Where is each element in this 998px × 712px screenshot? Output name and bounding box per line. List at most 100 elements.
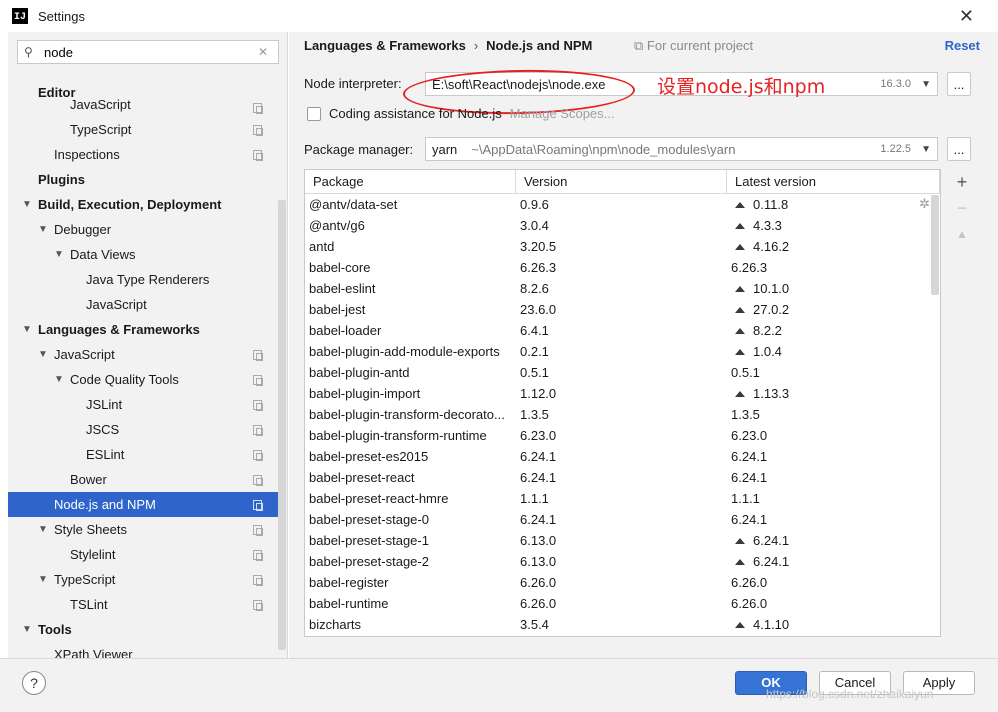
tree-item[interactable]: Inspections	[8, 142, 278, 167]
tree-item[interactable]: ▼ Languages & Frameworks	[8, 317, 278, 342]
tree-item[interactable]: Plugins	[8, 167, 278, 192]
table-row[interactable]: babel-preset-stage-1 6.13.0 6.24.1	[305, 530, 940, 551]
version-cell: 3.5.4	[520, 617, 549, 632]
tree-item[interactable]: Node.js and NPM	[8, 492, 278, 517]
expand-arrow-icon[interactable]: ▼	[22, 617, 32, 642]
version-cell: 3.0.4	[520, 218, 549, 233]
coding-assistance-label[interactable]: Coding assistance for Node.js	[329, 106, 502, 121]
chevron-down-icon[interactable]: ▼	[921, 79, 931, 90]
expand-arrow-icon[interactable]: ▼	[38, 217, 48, 242]
latest-version-cell: 6.24.1	[727, 509, 927, 530]
version-cell: 6.13.0	[520, 533, 557, 548]
tree-item[interactable]: ▼ Style Sheets	[8, 517, 278, 542]
table-row[interactable]: babel-preset-stage-0 6.24.1 6.24.1	[305, 509, 940, 530]
table-row[interactable]: babel-plugin-antd 0.5.1 0.5.1	[305, 362, 940, 383]
tree-item[interactable]: JSCS	[8, 417, 278, 442]
table-row[interactable]: @antv/data-set 0.9.6 0.11.8	[305, 194, 940, 215]
tree-item[interactable]: TSLint	[8, 592, 278, 617]
version-cell: 1.1.1	[520, 491, 549, 506]
upgrade-available-icon	[735, 349, 745, 355]
tree-item[interactable]: ▼ Tools	[8, 617, 278, 642]
column-header-version[interactable]: Version	[516, 170, 727, 193]
latest-version-cell: 1.1.1	[727, 488, 927, 509]
latest-version-label: 6.26.0	[731, 596, 768, 611]
table-row[interactable]: babel-plugin-transform-decorato... 1.3.5 1…	[305, 404, 940, 425]
expand-arrow-icon[interactable]: ▼	[38, 342, 48, 367]
expand-arrow-icon[interactable]: ▼	[22, 317, 32, 342]
breadcrumb-languages-frameworks[interactable]: Languages & Frameworks	[304, 38, 466, 53]
tree-item[interactable]: ▼ Build, Execution, Deployment	[8, 192, 278, 217]
table-row[interactable]: babel-core 6.26.3 6.26.3	[305, 257, 940, 278]
table-row[interactable]: babel-runtime 6.26.0 6.26.0	[305, 593, 940, 614]
reset-link[interactable]: Reset	[945, 38, 980, 53]
table-row[interactable]: babel-jest 23.6.0 27.0.2	[305, 299, 940, 320]
tree-item[interactable]: XPath Viewer	[8, 642, 278, 658]
expand-arrow-icon[interactable]: ▼	[38, 567, 48, 592]
tree-item[interactable]: Editor	[8, 80, 278, 105]
tree-item[interactable]: TypeScript	[8, 117, 278, 142]
column-header-latest-version[interactable]: Latest version	[727, 170, 940, 193]
tree-item[interactable]: JavaScript	[8, 98, 278, 117]
tree-item[interactable]: JSLint	[8, 392, 278, 417]
browse-package-manager-button[interactable]: ...	[947, 137, 971, 161]
tree-item-label: TSLint	[70, 597, 108, 612]
tree-item[interactable]: ▼ Debugger	[8, 217, 278, 242]
expand-arrow-icon[interactable]: ▼	[54, 367, 64, 392]
latest-version-cell: 1.3.5	[727, 404, 927, 425]
tree-item[interactable]: ▼ Data Views	[8, 242, 278, 267]
latest-version-label: 27.0.2	[753, 302, 790, 317]
add-package-icon[interactable]: +	[951, 169, 973, 195]
tree-item[interactable]: ▼ JavaScript	[8, 342, 278, 367]
table-row[interactable]: babel-eslint 8.2.6 10.1.0	[305, 278, 940, 299]
tree-item-label: Build, Execution, Deployment	[38, 197, 222, 212]
table-row[interactable]: babel-register 6.26.0 6.26.0	[305, 572, 940, 593]
upgrade-available-icon	[735, 559, 745, 565]
expand-arrow-icon[interactable]: ▼	[38, 517, 48, 542]
expand-arrow-icon[interactable]: ▼	[22, 192, 32, 217]
close-icon[interactable]: ✕	[959, 6, 974, 26]
coding-assistance-checkbox[interactable]	[307, 106, 321, 121]
latest-version-label: 6.24.1	[731, 470, 768, 485]
table-scrollbar[interactable]	[931, 195, 939, 295]
project-level-icon	[253, 575, 263, 586]
table-row[interactable]: babel-preset-react-hmre 1.1.1 1.1.1	[305, 488, 940, 509]
tree-item[interactable]: ▼ TypeScript	[8, 567, 278, 592]
table-row[interactable]: babel-loader 6.4.1 8.2.2	[305, 320, 940, 341]
table-row[interactable]: antd 3.20.5 4.16.2	[305, 236, 940, 257]
expand-arrow-icon[interactable]: ▼	[54, 242, 64, 267]
table-row[interactable]: babel-preset-react 6.24.1 6.24.1	[305, 467, 940, 488]
tree-item[interactable]: ▼ Code Quality Tools	[8, 367, 278, 392]
tree-item[interactable]: ESLint	[8, 442, 278, 467]
column-header-package[interactable]: Package	[305, 170, 516, 193]
project-level-icon	[253, 475, 263, 486]
table-row[interactable]: babel-plugin-add-module-exports 0.2.1 1.0.…	[305, 341, 940, 362]
browse-interpreter-button[interactable]: ...	[947, 72, 971, 96]
help-icon[interactable]: ?	[22, 671, 46, 695]
clear-search-icon[interactable]: ✕	[258, 45, 274, 59]
remove-package-icon[interactable]: −	[951, 195, 973, 221]
upgrade-available-icon	[735, 202, 745, 208]
chevron-down-icon[interactable]: ▼	[921, 144, 931, 155]
table-row[interactable]: babel-plugin-transform-runtime 6.23.0 6.23…	[305, 425, 940, 446]
annotation-text: 设置node.js和npm	[657, 76, 826, 98]
table-row[interactable]: babel-preset-es2015 6.24.1 6.24.1	[305, 446, 940, 467]
table-row[interactable]: babel-preset-stage-2 6.13.0 6.24.1	[305, 551, 940, 572]
latest-version-cell: 4.3.3	[727, 215, 927, 236]
table-row[interactable]: babel-plugin-import 1.12.0 1.13.3	[305, 383, 940, 404]
package-manager-combo[interactable]: yarn ~\AppData\Roaming\npm\node_modules\…	[425, 137, 938, 161]
table-row[interactable]: bizcharts 3.5.4 4.1.10	[305, 614, 940, 635]
package-name-cell: babel-preset-stage-1	[309, 533, 429, 548]
tree-item[interactable]: Bower	[8, 467, 278, 492]
search-input[interactable]	[38, 44, 258, 60]
table-row[interactable]: @antv/g6 3.0.4 4.3.3	[305, 215, 940, 236]
upgrade-package-icon[interactable]: ▲	[951, 221, 973, 247]
tree-item[interactable]: Stylelint	[8, 542, 278, 567]
table-toolbar: + − ▲	[951, 169, 973, 247]
tree-item[interactable]: Java Type Renderers	[8, 267, 278, 292]
tree-item-label: Bower	[70, 472, 107, 487]
latest-version-label: 6.24.1	[753, 533, 790, 548]
tree-scrollbar[interactable]	[278, 200, 286, 650]
upgrade-available-icon	[735, 286, 745, 292]
tree-item[interactable]: JavaScript	[8, 292, 278, 317]
version-cell: 3.20.5	[520, 239, 557, 254]
